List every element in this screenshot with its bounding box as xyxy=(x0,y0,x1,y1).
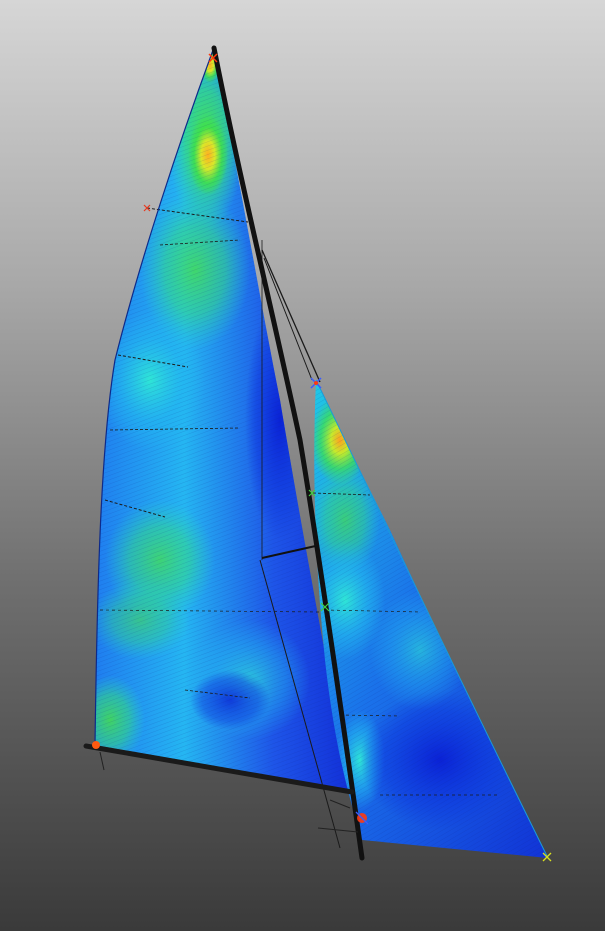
hardware xyxy=(317,827,359,833)
jib-sail xyxy=(312,379,549,859)
3d-viewport[interactable] xyxy=(0,0,605,931)
sail-render xyxy=(83,45,552,862)
hardware xyxy=(99,751,105,771)
tack-marker xyxy=(92,741,100,749)
hardware xyxy=(329,799,351,809)
